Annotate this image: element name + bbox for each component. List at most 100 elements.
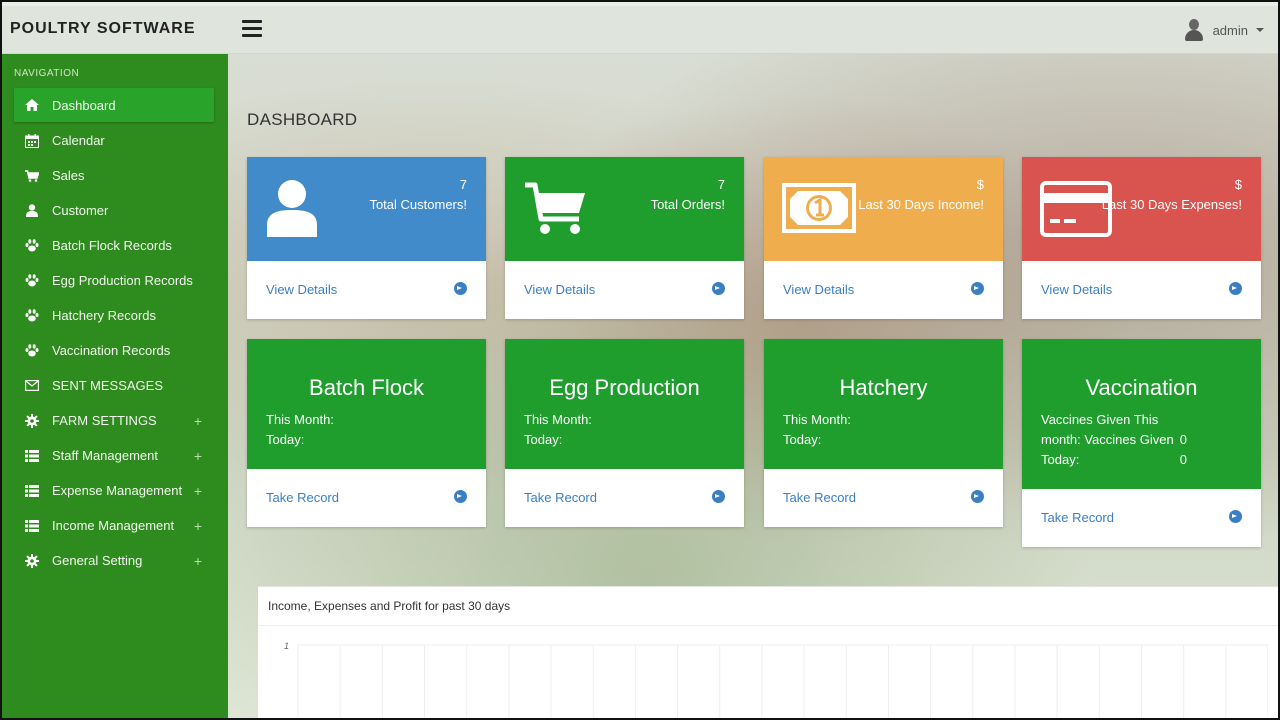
stat-label: Last 30 Days Income! (858, 197, 984, 212)
menu-toggle-icon[interactable] (242, 20, 262, 38)
view-details-link[interactable]: View Details (783, 282, 854, 297)
sidebar-item-label: Batch Flock Records (52, 238, 172, 253)
expand-plus-icon[interactable]: + (194, 518, 202, 534)
take-record-link[interactable]: Take Record (783, 490, 856, 505)
app-window: POULTRY SOFTWARE admin NAVIGATION Dashbo… (2, 2, 1278, 718)
stat-card-expenses: $ Last 30 Days Expenses! View Details (1022, 157, 1261, 319)
user-icon (267, 180, 317, 237)
arrow-circle-right-icon[interactable] (454, 490, 467, 503)
brand-logo-text[interactable]: POULTRY SOFTWARE (10, 20, 195, 38)
take-record-link[interactable]: Take Record (524, 490, 597, 505)
stat-label: Total Orders! (650, 197, 725, 212)
page-title: DASHBOARD (247, 110, 358, 129)
record-card-footer: Take Record (1022, 489, 1261, 547)
sidebar-item-dashboard[interactable]: Dashboard (14, 88, 214, 122)
sidebar-item-label: Sales (52, 168, 85, 183)
sidebar-item-staff-management[interactable]: Staff Management + (14, 438, 214, 473)
view-details-link[interactable]: View Details (524, 282, 595, 297)
record-card-footer: Take Record (764, 469, 1003, 527)
record-card-header: Hatchery This Month: Today: (764, 339, 1003, 469)
vaccines-month-label: month: Vaccines Given (1041, 432, 1174, 447)
stat-card-header: 7 Total Customers! (247, 157, 486, 261)
nav-heading: NAVIGATION (14, 68, 80, 79)
view-details-link[interactable]: View Details (1041, 282, 1112, 297)
stat-label: Last 30 Days Expenses! (1101, 197, 1242, 212)
sidebar-item-label: Calendar (52, 133, 105, 148)
sidebar-item-vaccination-records[interactable]: Vaccination Records (14, 333, 214, 368)
sidebar-item-general-setting[interactable]: General Setting + (14, 543, 214, 578)
user-icon (24, 204, 40, 218)
record-card-title: Vaccination (1085, 375, 1198, 400)
sidebar-item-label: Income Management (52, 518, 175, 533)
user-menu[interactable]: admin (1183, 18, 1264, 42)
record-today: Today: (783, 432, 822, 447)
record-card-header: Batch Flock This Month: Today: (247, 339, 486, 469)
chart-divider (258, 625, 1278, 626)
expand-plus-icon[interactable]: + (194, 553, 202, 569)
sidebar-item-label: SENT MESSAGES (52, 378, 164, 393)
sidebar-item-label: Expense Management (52, 483, 183, 498)
record-card-batch-flock: Batch Flock This Month: Today: Take Reco… (247, 339, 486, 527)
stat-card-footer: View Details (505, 261, 744, 319)
vaccines-month-value: 0 (1179, 432, 1187, 447)
record-card-vaccination: Vaccination Vaccines Given This month: V… (1022, 339, 1261, 547)
record-card-header: Egg Production This Month: Today: (505, 339, 744, 469)
take-record-link[interactable]: Take Record (1041, 510, 1114, 525)
arrow-circle-right-icon[interactable] (971, 282, 984, 295)
sidebar-item-label: FARM SETTINGS (52, 413, 157, 428)
sidebar-item-sales[interactable]: Sales (14, 158, 214, 193)
sidebar-item-sent-messages[interactable]: SENT MESSAGES (14, 368, 214, 403)
arrow-circle-right-icon[interactable] (454, 282, 467, 295)
stat-card-header: $ Last 30 Days Income! (764, 157, 1003, 261)
stat-value: $ (1234, 177, 1242, 192)
money-icon (782, 183, 856, 233)
sidebar-item-label: Hatchery Records (52, 308, 157, 323)
take-record-link[interactable]: Take Record (266, 490, 339, 505)
record-card-egg-production: Egg Production This Month: Today: Take R… (505, 339, 744, 527)
home-icon (24, 98, 40, 112)
record-card-footer: Take Record (505, 469, 744, 527)
list-icon (24, 449, 40, 463)
sidebar-item-label: Dashboard (52, 97, 116, 113)
cart-icon (525, 182, 585, 234)
record-today: Today: (1041, 452, 1080, 467)
stat-value: 7 (717, 177, 725, 192)
stat-value: 7 (459, 177, 467, 192)
expand-plus-icon[interactable]: + (194, 413, 202, 429)
sidebar-item-income-management[interactable]: Income Management + (14, 508, 214, 543)
sidebar-item-expense-management[interactable]: Expense Management + (14, 473, 214, 508)
sidebar-item-label: Vaccination Records (52, 343, 171, 358)
record-today: Today: (524, 432, 563, 447)
arrow-circle-right-icon[interactable] (712, 490, 725, 503)
sidebar-item-hatchery-records[interactable]: Hatchery Records (14, 298, 214, 333)
record-card-title: Egg Production (549, 375, 700, 400)
stat-card-customers: 7 Total Customers! View Details (247, 157, 486, 319)
sidebar-item-label: General Setting (52, 553, 143, 568)
stat-card-footer: View Details (1022, 261, 1261, 319)
arrow-circle-right-icon[interactable] (971, 490, 984, 503)
stat-card-footer: View Details (764, 261, 1003, 319)
arrow-circle-right-icon[interactable] (1229, 282, 1242, 295)
record-card-footer: Take Record (247, 469, 486, 527)
chart-y-tick-label: 1 (284, 641, 289, 651)
main-content: DASHBOARD 7 Total Customers! View Detail… (228, 54, 1278, 718)
arrow-circle-right-icon[interactable] (1229, 510, 1242, 523)
income-chart: 1 (284, 641, 1268, 718)
record-today: Today: (266, 432, 305, 447)
paw-icon (24, 309, 40, 323)
view-details-link[interactable]: View Details (266, 282, 337, 297)
arrow-circle-right-icon[interactable] (712, 282, 725, 295)
sidebar-item-customer[interactable]: Customer (14, 193, 214, 228)
vaccines-today-value: 0 (1179, 452, 1187, 467)
expand-plus-icon[interactable]: + (194, 448, 202, 464)
top-navbar: POULTRY SOFTWARE admin (2, 6, 1278, 54)
sidebar-item-batch-flock-records[interactable]: Batch Flock Records (14, 228, 214, 263)
gear-icon (24, 553, 40, 568)
cart-icon (24, 169, 40, 183)
income-chart-panel: Income, Expenses and Profit for past 30 … (258, 586, 1278, 718)
record-card-header: Vaccination Vaccines Given This month: V… (1022, 339, 1261, 489)
expand-plus-icon[interactable]: + (194, 483, 202, 499)
sidebar-item-calendar[interactable]: Calendar (14, 123, 214, 158)
sidebar-item-egg-production-records[interactable]: Egg Production Records (14, 263, 214, 298)
sidebar-item-farm-settings[interactable]: FARM SETTINGS + (14, 403, 214, 438)
